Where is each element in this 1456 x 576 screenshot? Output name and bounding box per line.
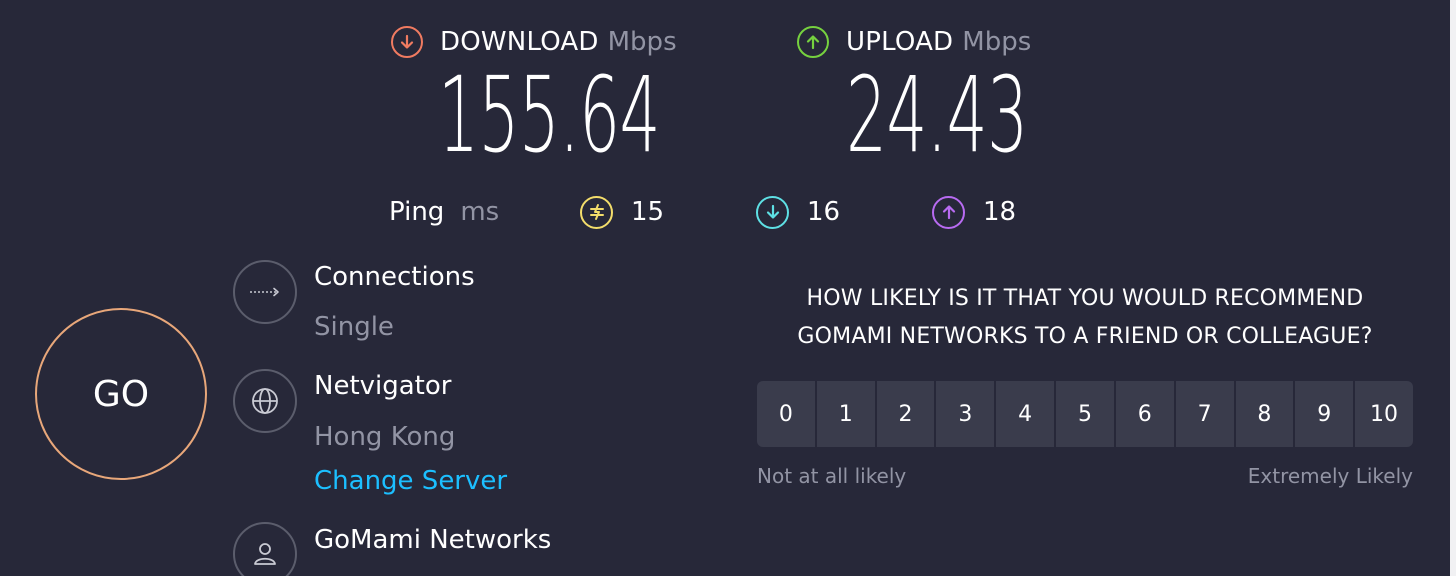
server-location: Hong Kong [314, 422, 456, 452]
scale-option-8[interactable]: 8 [1235, 381, 1296, 447]
ping-jitter-value: 15 [631, 197, 665, 227]
scale-high-label: Extremely Likely [1247, 464, 1413, 488]
arrow-up-circle-icon [797, 26, 829, 58]
download-unit: Mbps [607, 27, 677, 57]
upload-label: UPLOAD [846, 27, 954, 57]
provider-name: GoMami Networks [314, 525, 552, 555]
survey-question-line-1: HOW LIKELY IS IT THAT YOU WOULD RECOMMEN… [806, 286, 1364, 311]
change-server-link[interactable]: Change Server [314, 466, 507, 496]
ping-upload-value: 18 [983, 197, 1017, 227]
ping-label: Ping ms [389, 194, 499, 230]
download-label: DOWNLOAD [440, 27, 599, 57]
connections-arrow-icon[interactable] [233, 260, 297, 324]
upload-latency-icon [932, 195, 965, 229]
download-latency-icon [756, 195, 789, 229]
globe-icon [233, 369, 297, 433]
survey-question: HOW LIKELY IS IT THAT YOU WOULD RECOMMEN… [756, 280, 1414, 356]
download-speed-value: 155.64 [438, 54, 661, 176]
server-name: Netvigator [314, 371, 452, 401]
scale-option-3[interactable]: 3 [936, 381, 997, 447]
connections-title: Connections [314, 262, 475, 292]
scale-option-6[interactable]: 6 [1115, 381, 1176, 447]
scale-option-0[interactable]: 0 [757, 381, 817, 447]
scale-option-2[interactable]: 2 [876, 381, 937, 447]
speedtest-results-panel: DOWNLOAD Mbps 155.64 UPLOAD Mbps 24.43 P… [0, 0, 1456, 576]
go-button[interactable]: GO [35, 308, 207, 480]
ping-download: 16 [756, 194, 840, 230]
scale-option-1[interactable]: 1 [816, 381, 877, 447]
ping-upload: 18 [932, 194, 1016, 230]
ping-title: Ping [389, 197, 445, 227]
ping-unit: ms [460, 197, 500, 227]
upload-unit: Mbps [962, 27, 1032, 57]
scale-option-4[interactable]: 4 [996, 381, 1057, 447]
recommend-scale: 0 1 2 3 4 5 6 7 8 9 10 [757, 381, 1413, 447]
scale-option-7[interactable]: 7 [1175, 381, 1236, 447]
scale-option-5[interactable]: 5 [1056, 381, 1116, 447]
scale-low-label: Not at all likely [757, 464, 907, 488]
scale-option-9[interactable]: 9 [1295, 381, 1356, 447]
connections-value: Single [314, 312, 394, 342]
survey-question-line-2: GOMAMI NETWORKS TO A FRIEND OR COLLEAGUE… [797, 324, 1373, 349]
upload-speed-value: 24.43 [846, 54, 1028, 176]
ping-download-value: 16 [807, 197, 841, 227]
user-icon [233, 522, 297, 576]
ping-jitter: 15 [580, 194, 664, 230]
scrollbar[interactable] [1450, 0, 1456, 576]
arrow-down-circle-icon [391, 26, 423, 58]
jitter-icon [580, 195, 613, 229]
scale-option-10[interactable]: 10 [1355, 381, 1413, 447]
